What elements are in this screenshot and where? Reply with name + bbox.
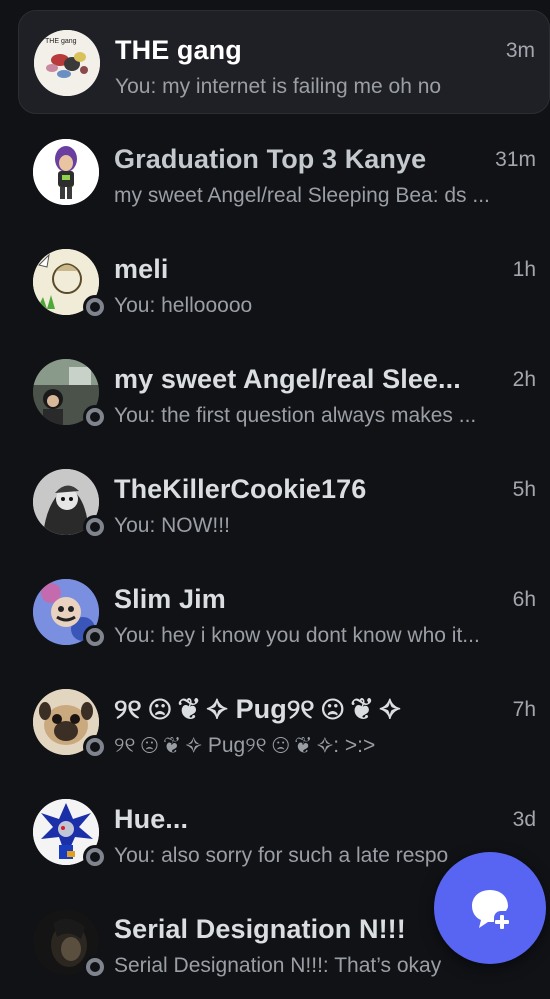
- avatar: [33, 689, 107, 759]
- dm-name: my sweet Angel/real Slee...: [114, 364, 461, 394]
- dm-name: TheKillerCookie176: [114, 474, 367, 504]
- dm-row-my-sweet-angel[interactable]: my sweet Angel/real Slee... 2h You: the …: [18, 340, 550, 444]
- dm-preview: my sweet Angel/real Sleeping Bea: ds ...: [114, 184, 490, 207]
- dm-time: 3d: [512, 808, 536, 831]
- group-avatar-image: [33, 139, 99, 205]
- dm-row-meli[interactable]: meli 1h You: hellooooo: [18, 230, 550, 334]
- dm-time: 7h: [512, 698, 536, 721]
- dm-time: 3m: [505, 39, 535, 62]
- dm-preview: You: hellooooo: [114, 294, 253, 317]
- new-message-button[interactable]: [434, 852, 546, 964]
- avatar: THE gang: [34, 30, 100, 96]
- dm-preview: You: hey i know you dont know who it...: [114, 624, 480, 647]
- dm-row-thekillercookie[interactable]: TheKillerCookie176 5h You: NOW!!!: [18, 450, 550, 554]
- status-offline-icon: [83, 845, 107, 869]
- avatar: [33, 799, 107, 869]
- new-message-icon: [472, 890, 509, 929]
- avatar: [33, 909, 107, 979]
- avatar-logo-text: THE gang: [45, 38, 77, 45]
- dm-time: 1h: [512, 258, 536, 281]
- dm-time: 31m: [495, 148, 536, 171]
- dm-name: ୨୧ ☹ ❦ ✧ Pug୨୧ ☹ ❦ ✧: [114, 694, 401, 724]
- status-offline-icon: [83, 625, 107, 649]
- dm-preview: You: NOW!!!: [114, 514, 230, 537]
- dm-name: Slim Jim: [114, 584, 226, 614]
- dm-preview: You: my internet is failing me oh no: [115, 75, 442, 98]
- dm-preview: Serial Designation N!!!: That’s okay: [114, 954, 442, 977]
- avatar: [33, 139, 99, 205]
- avatar: [33, 249, 107, 319]
- dm-name: Hue...: [114, 804, 189, 834]
- dm-time: 6h: [512, 588, 536, 611]
- status-offline-icon: [83, 955, 107, 979]
- dm-preview: You: also sorry for such a late respo: [114, 844, 449, 867]
- avatar: [33, 359, 107, 429]
- status-offline-icon: [83, 735, 107, 759]
- dm-preview: ୨୧ ☹ ❦ ✧ Pug୨୧ ☹ ❦ ✧: >:>: [114, 734, 376, 757]
- dm-name: THE gang: [115, 35, 242, 65]
- dm-preview: You: the first question always makes ...: [114, 404, 477, 427]
- dm-name: Serial Designation N!!!: [114, 914, 406, 944]
- dm-row-slim-jim[interactable]: Slim Jim 6h You: hey i know you dont kno…: [18, 560, 550, 664]
- status-offline-icon: [83, 405, 107, 429]
- dm-row-graduation[interactable]: Graduation Top 3 Kanye 31m my sweet Ange…: [18, 120, 550, 224]
- dm-time: 5h: [512, 478, 536, 501]
- dm-row-the-gang[interactable]: THE gang THE gang 3m You: my internet is…: [18, 10, 550, 114]
- status-offline-icon: [83, 515, 107, 539]
- avatar: [33, 469, 107, 539]
- dm-name: Graduation Top 3 Kanye: [114, 144, 427, 174]
- status-offline-icon: [83, 295, 107, 319]
- avatar: [33, 579, 107, 649]
- group-avatar-image: THE gang: [34, 30, 100, 96]
- dm-time: 2h: [512, 368, 536, 391]
- dm-row-pug[interactable]: ୨୧ ☹ ❦ ✧ Pug୨୧ ☹ ❦ ✧ 7h ୨୧ ☹ ❦ ✧ Pug୨୧ ☹…: [18, 670, 550, 774]
- dm-name: meli: [114, 254, 169, 284]
- dm-list: THE gang THE gang 3m You: my internet is…: [0, 0, 550, 999]
